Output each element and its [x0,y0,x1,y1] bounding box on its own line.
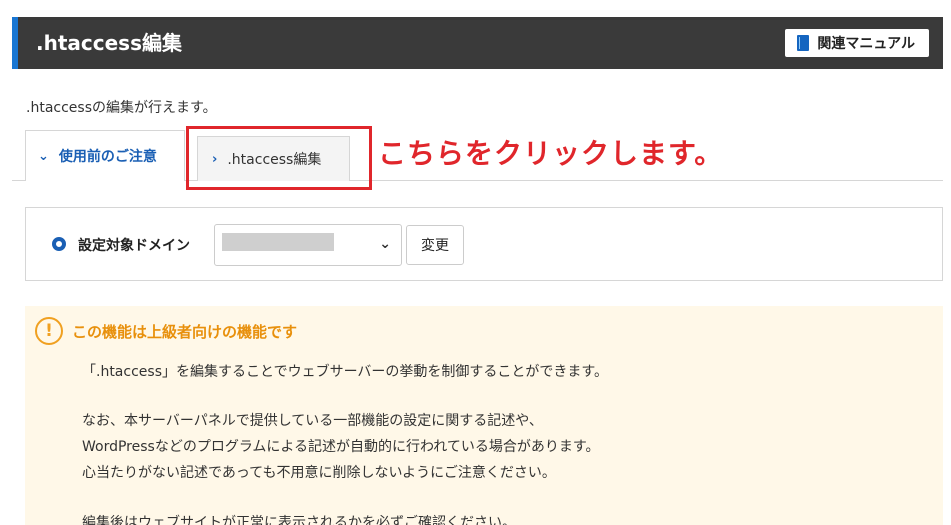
change-button[interactable]: 変更 [406,225,464,265]
warning-title: この機能は上級者向けの機能です [72,323,298,341]
warning-panel: ! この機能は上級者向けの機能です 「.htaccess」を編集することでウェブ… [25,306,943,525]
annotation-text: こちらをクリックします。 [378,137,724,170]
chevron-down-icon: ⌄ [38,148,49,164]
radio-icon [52,237,66,251]
exclamation-icon: ! [35,317,63,345]
warning-text: 「.htaccess」を編集することでウェブサーバーの挙動を制御することができま… [82,364,609,380]
domain-select[interactable]: ⌄ [214,224,402,266]
manual-button-label: 関連マニュアル [817,36,915,52]
page-header: .htaccess編集 関連マニュアル [12,17,943,69]
highlight-frame [186,126,372,190]
warning-text: 編集後はウェブサイトが正常に表示されるかを必ずご確認ください。 [82,515,516,525]
masked-domain-value [222,233,334,251]
chevron-down-icon: ⌄ [379,236,391,252]
page-title: .htaccess編集 [36,31,182,55]
domain-label: 設定対象ドメイン [78,238,190,254]
book-icon [797,35,810,51]
domain-selector-panel: 設定対象ドメイン ⌄ 変更 [25,207,943,281]
intro-text: .htaccessの編集が行えます。 [26,100,217,116]
warning-text: 心当たりがない記述であっても不用意に削除しないようにご注意ください。 [82,465,556,481]
tab-precautions[interactable]: ⌄ 使用前のご注意 [25,130,185,181]
warning-text: なお、本サーバーパネルで提供している一部機能の設定に関する記述や、 [82,413,543,429]
warning-text: WordPressなどのプログラムによる記述が自動的に行われている場合があります… [82,439,600,455]
tab-label: 使用前のご注意 [58,149,157,165]
manual-button[interactable]: 関連マニュアル [785,29,929,57]
